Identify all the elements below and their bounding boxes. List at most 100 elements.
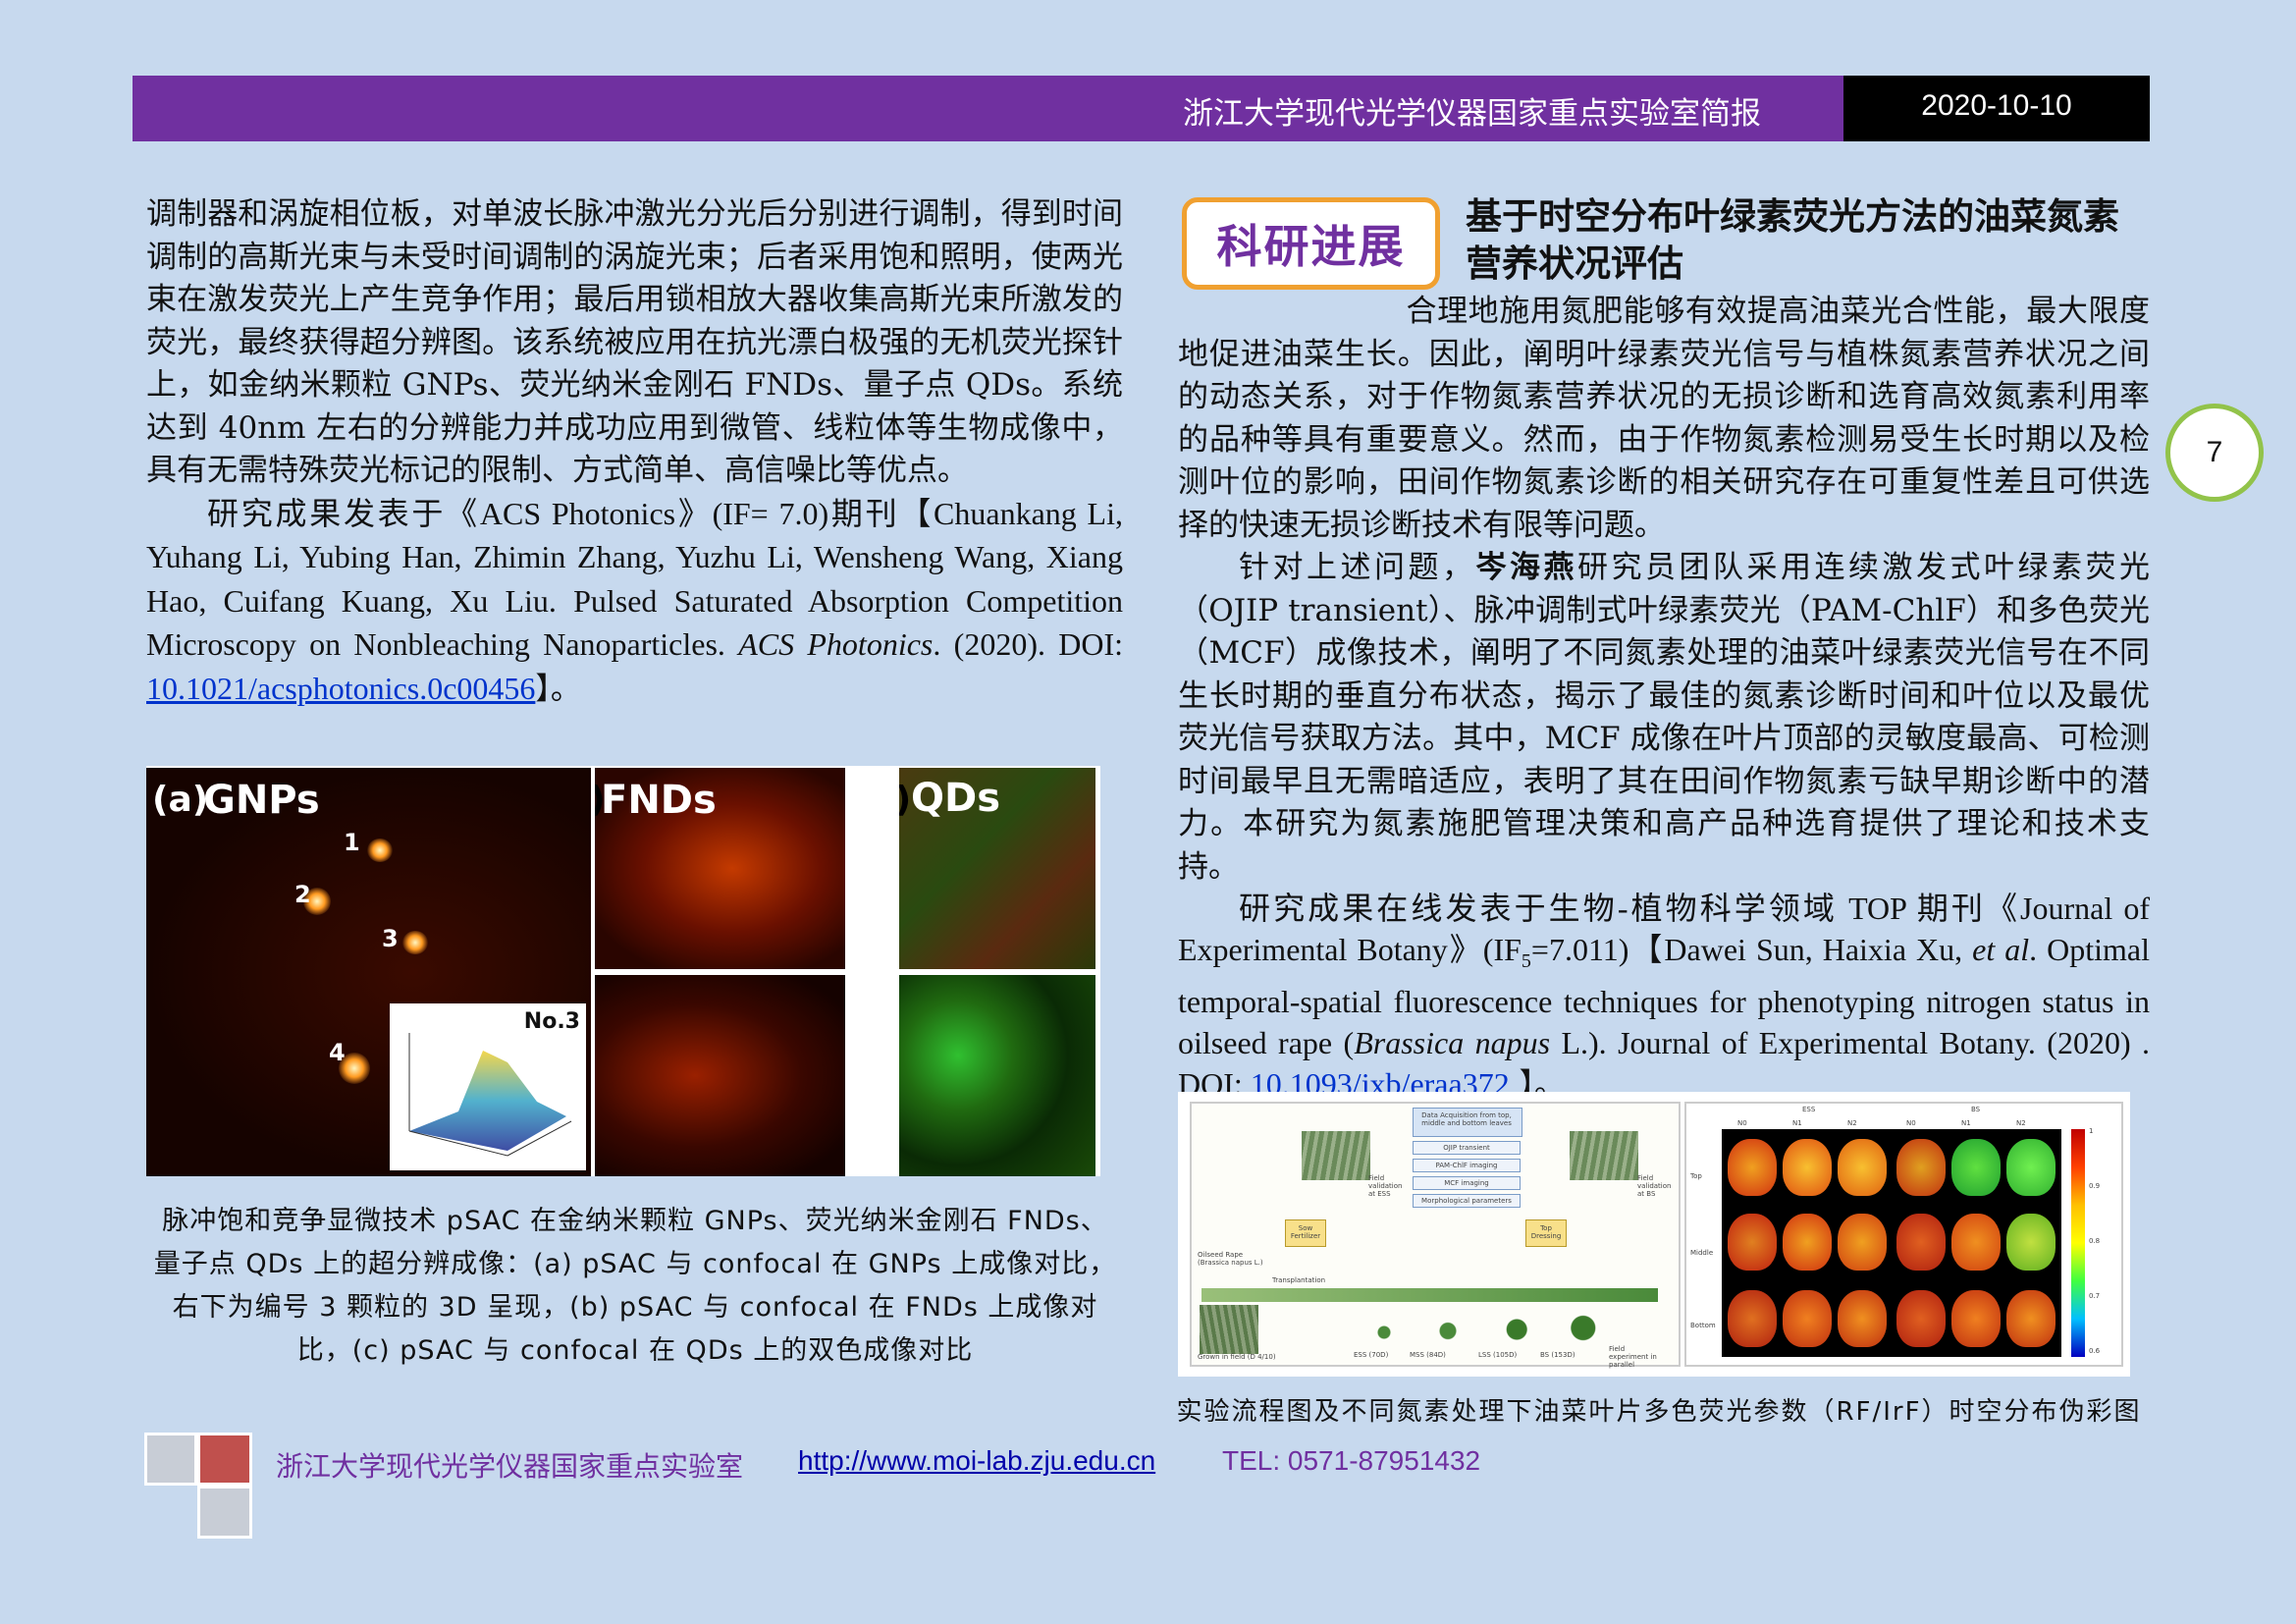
- right-figure-caption: 实验流程图及不同氮素处理下油菜叶片多色荧光参数（RF/IrF）时空分布伪彩图: [1176, 1397, 2142, 1427]
- leaf-ess: [1783, 1290, 1832, 1347]
- particle-label-4: 4: [329, 1039, 346, 1066]
- colorbar: [2071, 1129, 2085, 1357]
- gnp-spot-1: [367, 839, 393, 862]
- heat-col-label: N2: [1847, 1119, 1857, 1127]
- panel-a-label: (a): [152, 780, 209, 820]
- leaf-ess: [1838, 1214, 1887, 1271]
- leaf-bs: [2006, 1214, 2056, 1271]
- gnp-spot-3: [402, 931, 428, 954]
- particle-label-1: 1: [344, 829, 360, 856]
- right-paragraph-2: 针对上述问题，岑海燕研究员团队采用连续激发式叶绿素荧光（OJIP transie…: [1178, 547, 2150, 889]
- footer-square-red: [197, 1433, 252, 1486]
- heat-col-label: N1: [1792, 1119, 1802, 1127]
- field-validation-right: Field validation at BS: [1637, 1174, 1672, 1198]
- left-paragraph-2: 研究成果发表于《ACS Photonics》(IF= 7.0)期刊【Chuank…: [146, 493, 1123, 712]
- panel-b-fnds: (b) FNDs: [595, 768, 845, 1176]
- left-paragraph-1: 调制器和涡旋相位板，对单波长脉冲激光分光后分别进行调制，得到时间调制的高斯光束与…: [146, 196, 1123, 488]
- footer-website-link[interactable]: http://www.moi-lab.zju.edu.cn: [798, 1445, 1155, 1477]
- flow-step: OJIP transient: [1413, 1141, 1521, 1155]
- right-citation-if: =7.011)【Dawei Sun, Haixia Xu,: [1530, 932, 1973, 967]
- right-column: 合理地施用氮肥能够有效提高油菜光合性能，最大限度地促进油菜生长。因此，阐明叶绿素…: [1178, 291, 2150, 1106]
- particle-label-2: 2: [294, 881, 311, 908]
- footer-square-gray-2: [197, 1486, 252, 1539]
- heat-row-label: Middle: [1690, 1249, 1714, 1257]
- plant-photo: [1200, 1305, 1258, 1354]
- leaf-ess: [1838, 1290, 1887, 1347]
- section-badge-text: 科研进展: [1216, 220, 1406, 273]
- workflow-diagram: Data Acquisition from top, middle and bo…: [1190, 1102, 1681, 1369]
- field-photo-left: [1302, 1131, 1370, 1180]
- stage-lss: LSS (105D): [1478, 1351, 1518, 1359]
- leaf-bs: [2006, 1139, 2056, 1196]
- left-column: 调制器和涡旋相位板，对单波长脉冲激光分光后分别进行调制，得到时间调制的高斯光束与…: [146, 193, 1123, 711]
- colorbar-tick: 0.7: [2089, 1292, 2101, 1300]
- panel-c-title: QDs: [911, 776, 1001, 821]
- leaf-bs: [2006, 1290, 2056, 1347]
- nitrogen-figure: Data Acquisition from top, middle and bo…: [1178, 1092, 2130, 1377]
- oilseed-label: Oilseed Rape (Brassica napus L.): [1198, 1251, 1263, 1267]
- heat-group-bs: BS: [1971, 1106, 1981, 1113]
- researcher-name: 岑海燕: [1475, 550, 1578, 585]
- leaf-bs: [1896, 1139, 1946, 1196]
- stage-bs: BS (153D): [1540, 1351, 1575, 1359]
- sow-label: Sow Fertilizer: [1290, 1224, 1321, 1240]
- right-paragraph-3: 研究成果在线发表于生物-植物科学领域 TOP 期刊《Journal of Exp…: [1178, 889, 2150, 1106]
- stage-ess: ESS (70D): [1354, 1351, 1389, 1359]
- qd-confocal-image: [899, 975, 1095, 1176]
- right-citation-species: Brassica napus: [1354, 1025, 1551, 1061]
- right-para1-text: 合理地施用氮肥能够有效提高油菜光合性能，最大限度地促进油菜生长。因此，阐明叶绿素…: [1178, 294, 2150, 543]
- left-citation-mid: . (2020). DOI:: [933, 626, 1124, 662]
- field-validation-left: Field validation at ESS: [1368, 1174, 1403, 1198]
- left-citation-end: 】。: [535, 671, 581, 707]
- right-para2-rest: 研究员团队采用连续激发式叶绿素荧光（OJIP transient）、脉冲调制式叶…: [1178, 550, 2150, 885]
- transplantation-label: Transplantation: [1272, 1276, 1326, 1284]
- page-number: 7: [2165, 404, 2264, 502]
- particle-label-3: 3: [382, 925, 399, 952]
- 3d-surface-plot: [408, 1033, 572, 1157]
- field-photo-right: [1570, 1131, 1638, 1180]
- flow-step: Morphological parameters: [1413, 1194, 1521, 1208]
- flow-step: PAM-ChlF imaging: [1413, 1159, 1521, 1172]
- leaf-ess: [1838, 1139, 1887, 1196]
- heat-col-label: N0: [1737, 1119, 1747, 1127]
- right-citation-etal: et al: [1972, 932, 2030, 967]
- left-doi-link[interactable]: 10.1021/acsphotonics.0c00456: [146, 671, 535, 706]
- field-experiment-label: Field experiment in parallel: [1609, 1345, 1657, 1369]
- footer-organization: 浙江大学现代光学仪器国家重点实验室: [276, 1450, 744, 1483]
- colorbar-tick: 0.8: [2089, 1237, 2101, 1245]
- top-dressing-label: Top Dressing: [1530, 1224, 1562, 1240]
- right-para2-lead: 针对上述问题，: [1239, 550, 1476, 585]
- grown-label: Grown in field (D 4/10): [1198, 1353, 1276, 1361]
- flow-top-text: Data Acquisition from top, middle and bo…: [1421, 1111, 1512, 1127]
- flow-steps: OJIP transient PAM-ChlF imaging MCF imag…: [1413, 1141, 1521, 1208]
- heat-row-label: Top: [1690, 1172, 1702, 1180]
- left-figure-caption: 脉冲饱和竞争显微技术 pSAC 在金纳米颗粒 GNPs、荧光纳米金刚石 FNDs…: [153, 1206, 1117, 1366]
- panel-a-title: GNPs: [203, 778, 320, 823]
- colorbar-tick: 0.6: [2089, 1347, 2101, 1355]
- panel-c-qds: (c) QDs: [899, 768, 1095, 1176]
- leaf-bs: [1951, 1290, 2001, 1347]
- colorbar-tick: 0.9: [2089, 1182, 2101, 1190]
- plant-icons: [1359, 1315, 1614, 1344]
- article-title: 基于时空分布叶绿素荧光方法的油菜氮素营养状况评估: [1466, 195, 2119, 285]
- heat-group-ess: ESS: [1802, 1106, 1816, 1113]
- header-title: 浙江大学现代光学仪器国家重点实验室简报: [1183, 96, 1761, 132]
- leaf-bs: [1951, 1139, 2001, 1196]
- left-citation-journal: ACS Photonics: [738, 626, 934, 662]
- panel-c-label: (c): [899, 780, 911, 820]
- leaf-bs: [1951, 1214, 2001, 1271]
- timeline-arrow: [1201, 1288, 1658, 1302]
- heat-col-label: N2: [2016, 1119, 2026, 1127]
- leaf-ess: [1783, 1139, 1832, 1196]
- right-citation-sub: 5: [1521, 950, 1531, 973]
- leaf-ess: [1728, 1139, 1777, 1196]
- section-badge: 科研进展: [1182, 197, 1440, 290]
- header-date: 2020-10-10: [1921, 89, 2072, 122]
- leaf-ess: [1783, 1214, 1832, 1271]
- leaf-bs: [1896, 1214, 1946, 1271]
- panel-b-title: FNDs: [601, 778, 717, 823]
- footer-square-gray-1: [144, 1433, 197, 1486]
- colorbar-tick: 1: [2089, 1127, 2094, 1135]
- 3d-inset: No.3: [390, 1003, 586, 1170]
- panel-a-gnps: (a) GNPs 1 2 3 4 No.3: [146, 768, 591, 1176]
